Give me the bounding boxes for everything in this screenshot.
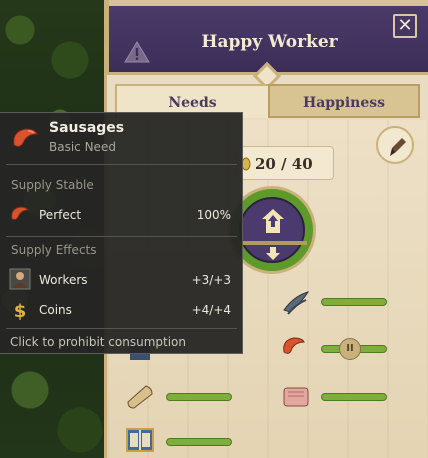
effects-section-title: Supply Effects	[11, 243, 97, 257]
fish-supply-bar	[321, 298, 387, 306]
happiness-counter-text: 20 / 40	[255, 155, 313, 173]
soap-icon[interactable]	[280, 380, 312, 412]
sausage-icon	[11, 206, 29, 220]
effect-value-coins: +4/+4	[191, 303, 231, 317]
happiness-counter: 20 / 40	[236, 146, 334, 180]
effect-label-coins: Coins	[39, 303, 72, 317]
supply-label: Perfect	[39, 208, 82, 222]
bread-roll-icon[interactable]	[124, 380, 156, 412]
tooltip-title: Sausages	[49, 120, 125, 136]
house-upgrade-icon	[262, 209, 284, 233]
soap-supply-bar	[321, 393, 387, 401]
pause-consumption-toggle[interactable]: II	[339, 338, 361, 360]
bread-supply-bar	[166, 393, 232, 401]
close-button[interactable]: ✕	[393, 14, 417, 38]
svg-text:$: $	[14, 301, 27, 321]
rename-button[interactable]	[376, 126, 414, 164]
effect-value-workers: +3/+3	[191, 273, 231, 287]
effect-label-workers: Workers	[39, 273, 88, 287]
worker-icon	[9, 268, 31, 290]
supply-value: 100%	[196, 208, 231, 222]
book-icon[interactable]	[124, 424, 156, 456]
need-tooltip: Sausages Basic Need Supply Stable Perfec…	[0, 112, 243, 354]
panel-title: Happy Worker	[201, 32, 338, 52]
sausage-icon	[13, 128, 38, 147]
coin-icon: $	[14, 301, 27, 321]
arrow-down-icon	[266, 247, 280, 260]
divider	[6, 236, 237, 237]
book-supply-bar	[166, 438, 232, 446]
divider	[6, 328, 237, 329]
badge-divider	[241, 241, 307, 245]
supply-section-title: Supply Stable	[11, 178, 94, 192]
badge-core	[239, 197, 307, 263]
fish-icon[interactable]	[280, 286, 312, 318]
tooltip-footer: Click to prohibit consumption	[10, 335, 187, 349]
sausage-icon[interactable]	[278, 332, 310, 364]
tooltip-subtitle: Basic Need	[49, 140, 116, 154]
tab-happiness[interactable]: Happiness	[268, 84, 420, 118]
divider	[6, 164, 237, 165]
brush-icon	[390, 138, 406, 156]
